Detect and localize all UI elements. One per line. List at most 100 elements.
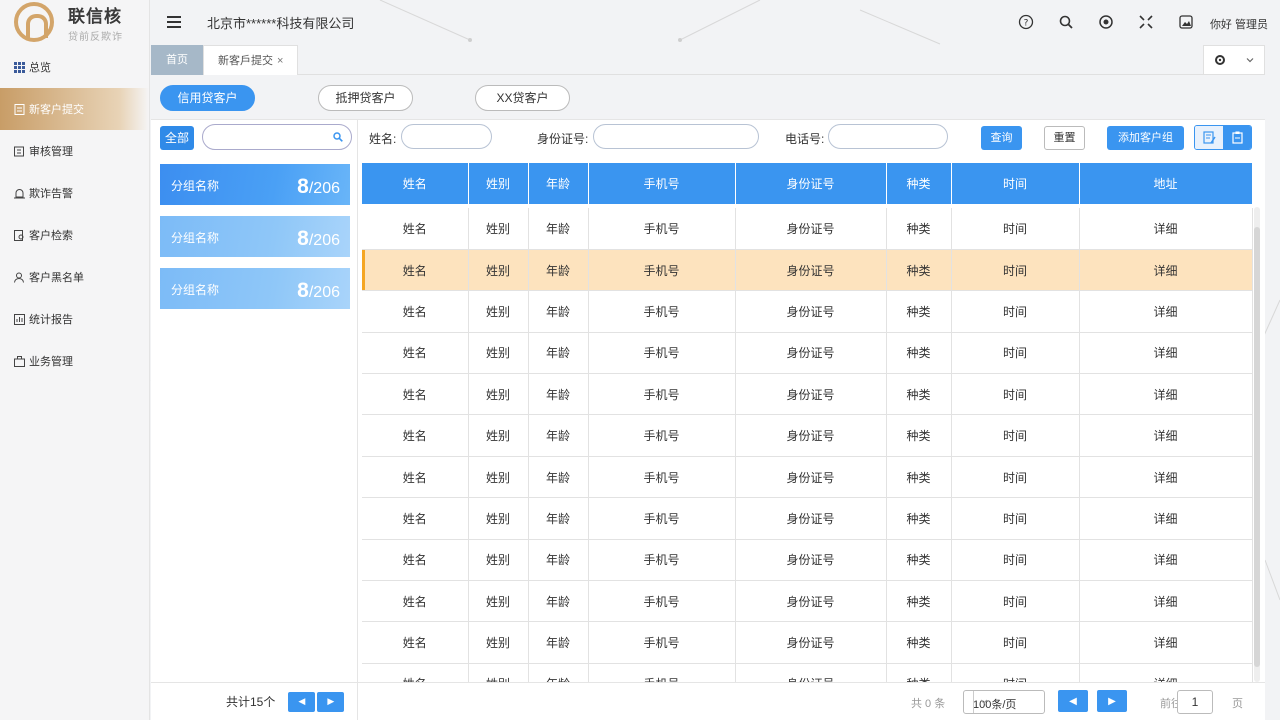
table-header-row: 姓名 姓别 年龄 手机号 身份证号 种类 时间 地址	[362, 163, 1253, 204]
group-search-input[interactable]	[202, 124, 352, 150]
table-cell: 姓别	[468, 621, 529, 664]
tab-home[interactable]: 首页	[151, 45, 203, 75]
page-number-input[interactable]: 1	[1177, 690, 1213, 714]
card-view-button[interactable]	[1223, 126, 1251, 149]
logo: 联信核 贷前反欺诈	[0, 0, 149, 44]
group-item[interactable]: 分组名称 8/206	[160, 268, 350, 309]
sidebar-item-overview[interactable]: 总览	[0, 46, 149, 88]
table-cell[interactable]: 详细	[1079, 290, 1253, 333]
table-row[interactable]: 姓名姓别年龄手机号身份证号种类时间详细	[362, 290, 1253, 333]
tab-new-customer[interactable]: 新客戶提交 ×	[203, 45, 299, 75]
group-prev-button[interactable]: ◀	[288, 691, 316, 712]
table-cell: 姓别	[468, 580, 529, 623]
help-icon[interactable]: ?	[1018, 14, 1034, 30]
user-greeting[interactable]: 你好 管理员	[1210, 16, 1268, 32]
table-row[interactable]: 姓名姓别年龄手机号身份证号种类时间详细	[362, 539, 1253, 582]
table-cell: 身份证号	[735, 332, 887, 375]
table-cell: 种类	[886, 208, 952, 250]
sidebar-menu: 总览 新客户提交 审核管理 欺诈告警 客户检索 客户黑名单 统计报告 业务管理	[0, 46, 149, 382]
next-page-button[interactable]: ▶	[1097, 690, 1127, 712]
table-cell: 姓名	[362, 290, 469, 333]
group-count: 8/206	[297, 227, 340, 250]
name-input[interactable]	[401, 124, 492, 149]
sidebar-item-new-customer[interactable]: 新客户提交	[0, 88, 149, 130]
fullscreen-icon[interactable]	[1138, 14, 1154, 30]
table-row[interactable]: 姓名姓别年龄手机号身份证号种类时间详细	[362, 373, 1253, 416]
table-row[interactable]: 姓名姓别年龄手机号身份证号种类时间详细	[362, 580, 1253, 623]
table-scrollbar[interactable]	[1254, 207, 1260, 682]
sidebar-item-label: 新客户提交	[29, 104, 84, 116]
table-cell[interactable]: 详细	[1079, 621, 1253, 664]
id-number-input[interactable]	[593, 124, 759, 149]
table-cell: 手机号	[588, 414, 736, 457]
table-row[interactable]: 姓名姓别年龄手机号身份证号种类时间详细	[362, 414, 1253, 457]
table-row[interactable]: 姓名姓别年龄手机号身份证号种类时间详细	[362, 497, 1253, 540]
table-cell: 种类	[886, 290, 952, 333]
briefcase-icon	[14, 355, 25, 367]
table-row[interactable]: 姓名姓别年龄手机号身份证号种类时间详细	[362, 456, 1253, 499]
table-row[interactable]: 姓名姓别年龄手机号身份证号种类时间详细	[362, 208, 1253, 250]
view-toggle	[1194, 125, 1252, 150]
table-cell: 年龄	[528, 539, 589, 582]
query-button[interactable]: 查询	[981, 126, 1022, 150]
type-mortgage-loan[interactable]: 抵押贷客户	[318, 85, 413, 111]
table-cell[interactable]: 详细	[1079, 539, 1253, 582]
table-cell[interactable]: 详细	[1079, 332, 1253, 375]
table-cell[interactable]: 详细	[1079, 497, 1253, 540]
phone-input[interactable]	[828, 124, 948, 149]
table-row[interactable]: 姓名姓别年龄手机号身份证号种类时间详细	[362, 621, 1253, 664]
table-cell: 身份证号	[735, 414, 887, 457]
table-cell: 姓名	[362, 580, 469, 623]
table-cell[interactable]: 详细	[1079, 414, 1253, 457]
record-total: 共 0 条	[911, 698, 946, 710]
search-icon[interactable]	[1058, 14, 1074, 30]
table-cell: 种类	[886, 663, 952, 682]
image-icon[interactable]	[1178, 14, 1194, 30]
table-row[interactable]: 姓名姓别年龄手机号身份证号种类时间详细	[362, 249, 1253, 292]
search-icon[interactable]	[333, 132, 343, 142]
chevron-down-icon[interactable]	[973, 691, 993, 713]
sidebar-item-statistics[interactable]: 统计报告	[0, 298, 149, 340]
table-cell: 手机号	[588, 539, 736, 582]
sidebar-item-customer-search[interactable]: 客户检索	[0, 214, 149, 256]
table-cell: 种类	[886, 414, 952, 457]
sidebar-item-fraud-alert[interactable]: 欺诈告警	[0, 172, 149, 214]
add-customer-group-button[interactable]: 添加客户组	[1107, 126, 1184, 150]
record-icon[interactable]	[1098, 14, 1114, 30]
scrollbar-thumb[interactable]	[1254, 227, 1260, 667]
table-cell: 年龄	[528, 373, 589, 416]
table-cell[interactable]: 详细	[1079, 580, 1253, 623]
settings-icon[interactable]	[1214, 54, 1226, 66]
chevron-down-icon[interactable]	[1245, 55, 1255, 65]
type-credit-loan[interactable]: 信用贷客户	[160, 85, 255, 111]
table-cell[interactable]: 详细	[1079, 249, 1253, 292]
reset-button[interactable]: 重置	[1044, 126, 1085, 150]
group-next-button[interactable]: ▶	[317, 691, 345, 712]
type-xx-loan[interactable]: XX贷客户	[475, 85, 570, 111]
table-row[interactable]: 姓名姓别年龄手机号身份证号种类时间详细	[362, 332, 1253, 375]
group-item[interactable]: 分组名称 8/206	[160, 164, 350, 205]
table-cell: 时间	[951, 208, 1080, 250]
table-row[interactable]: 姓名姓别年龄手机号身份证号种类时间详细	[362, 663, 1253, 682]
sidebar-item-label: 欺诈告警	[29, 188, 73, 200]
all-groups-button[interactable]: 全部	[160, 126, 194, 150]
table-cell[interactable]: 详细	[1079, 456, 1253, 499]
sidebar-item-review[interactable]: 审核管理	[0, 130, 149, 172]
table-cell: 年龄	[528, 580, 589, 623]
table-cell: 时间	[951, 663, 1080, 682]
table-cell[interactable]: 详细	[1079, 663, 1253, 682]
prev-page-button[interactable]: ◀	[1058, 690, 1088, 712]
page-size-select[interactable]: 100条/页	[963, 690, 1045, 714]
group-item[interactable]: 分组名称 8/206	[160, 216, 350, 257]
edit-view-button[interactable]	[1195, 126, 1223, 149]
sidebar-item-business[interactable]: 业务管理	[0, 340, 149, 382]
table-cell[interactable]: 详细	[1079, 373, 1253, 416]
tab-controls[interactable]	[1203, 45, 1265, 75]
column-header: 手机号	[588, 163, 736, 204]
menu-toggle-icon[interactable]	[167, 16, 181, 28]
table-cell: 姓别	[468, 497, 529, 540]
table-cell: 年龄	[528, 414, 589, 457]
sidebar-item-blacklist[interactable]: 客户黑名单	[0, 256, 149, 298]
table-cell[interactable]: 详细	[1079, 208, 1253, 250]
tab-close-icon[interactable]: ×	[277, 55, 283, 67]
